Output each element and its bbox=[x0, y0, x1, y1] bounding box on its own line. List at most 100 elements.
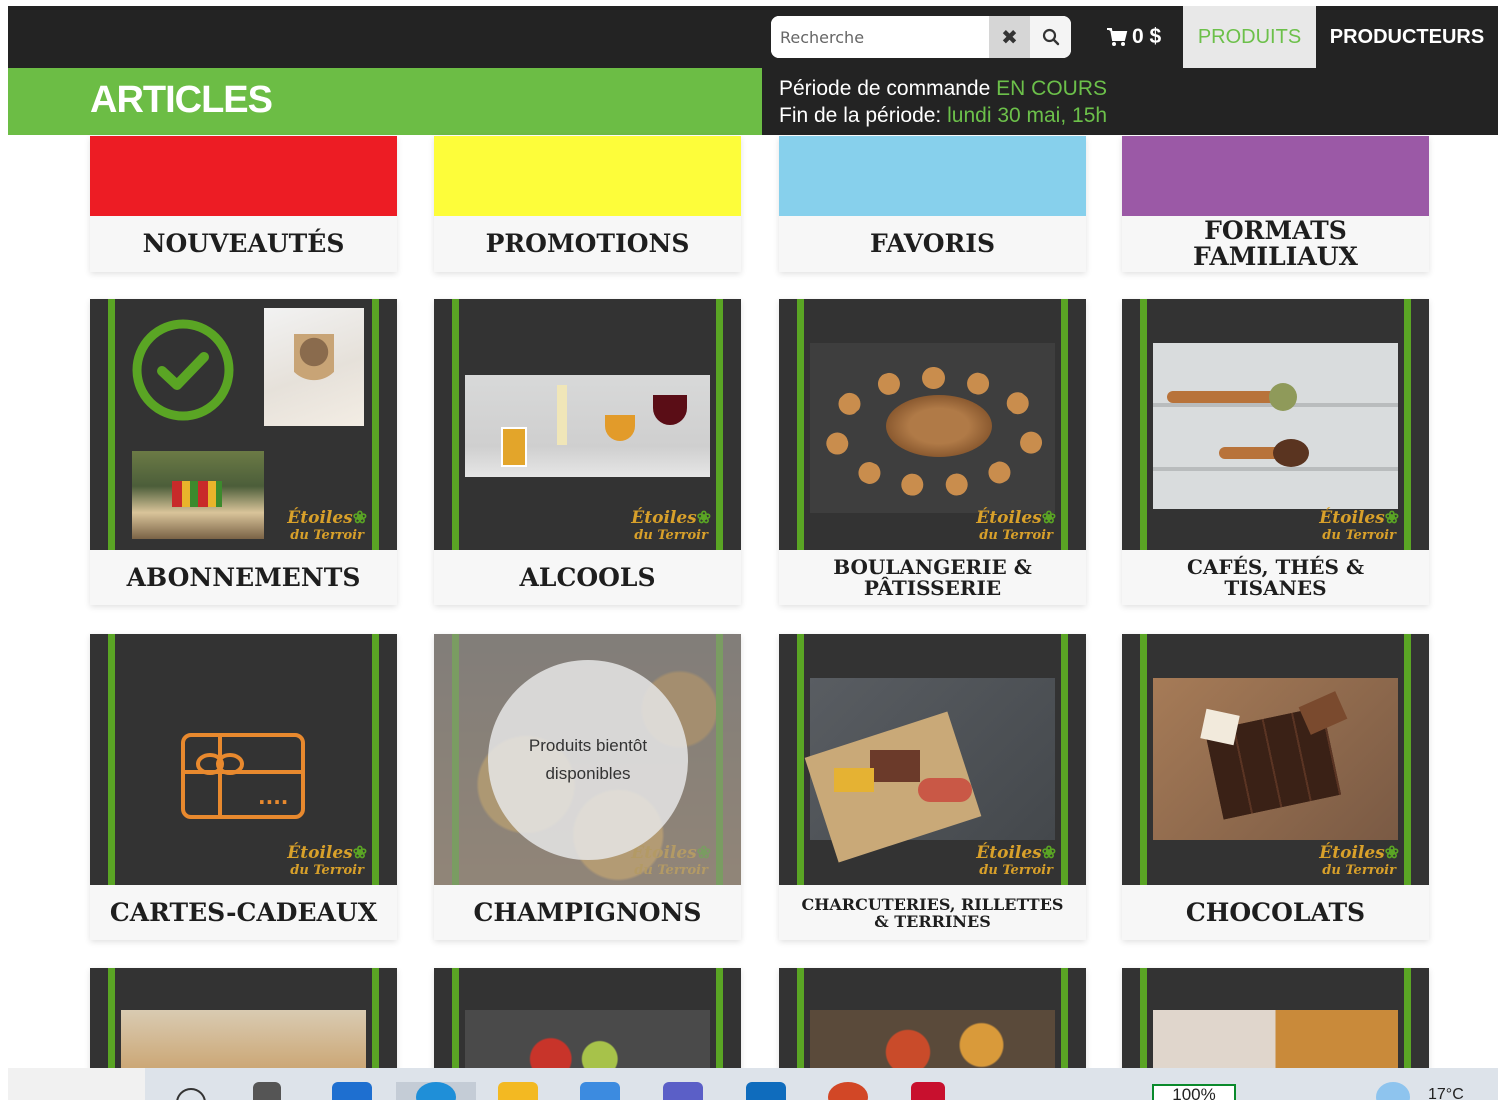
category-tile-chocolats[interactable]: Étoiles❀ du Terroir CHOCOLATS bbox=[1122, 634, 1429, 940]
category-label: CHARCUTERIES, RILLETTES & TERRINES bbox=[779, 885, 1086, 940]
chocolate-photo bbox=[1153, 678, 1398, 840]
teams-icon[interactable] bbox=[663, 1082, 703, 1100]
green-stripe-right bbox=[372, 634, 379, 885]
category-tile-champignons[interactable]: Étoiles❀du TerroirProduits bientôt dispo… bbox=[434, 634, 741, 940]
search-icon bbox=[1042, 28, 1059, 46]
folder-icon[interactable] bbox=[498, 1082, 538, 1100]
articles-header: ARTICLES bbox=[8, 68, 762, 135]
green-stripe-right bbox=[372, 968, 379, 1068]
category-label: CAFÉS, THÉS & TISANES bbox=[1122, 550, 1429, 605]
page-title: ARTICLES bbox=[90, 79, 273, 121]
category-tile-favoris[interactable]: FAVORIS bbox=[779, 136, 1086, 272]
category-photo bbox=[465, 1010, 710, 1068]
category-image: Étoiles❀ du Terroir bbox=[1122, 299, 1429, 550]
clear-search-button[interactable]: ✖ bbox=[989, 16, 1030, 58]
category-tile-cafes-thes-and-tisanes[interactable]: Étoiles❀ du Terroir CAFÉS, THÉS & TISANES bbox=[1122, 299, 1429, 605]
search-input[interactable] bbox=[771, 16, 989, 58]
etoiles-du-terroir-logo: Étoiles❀du Terroir bbox=[976, 843, 1056, 879]
category-label: PROMOTIONS bbox=[434, 216, 741, 272]
weather-icon[interactable] bbox=[1376, 1082, 1410, 1100]
green-stripe-left bbox=[797, 299, 804, 550]
category-image: Étoiles❀ du Terroir bbox=[434, 299, 741, 550]
period-end-line: Fin de la période: lundi 30 mai, 15h bbox=[779, 102, 1498, 129]
top-navigation: ✖ 0 $ PRODUITS PRODUCTEURS bbox=[8, 6, 1498, 68]
task-view-icon[interactable] bbox=[253, 1082, 281, 1100]
taskbar-search[interactable] bbox=[8, 1068, 145, 1100]
category-tile-nouveautes[interactable]: NOUVEAUTÉS bbox=[90, 136, 397, 272]
etoiles-du-terroir-logo: Étoiles❀du Terroir bbox=[631, 508, 711, 544]
gift-card-icon: .... bbox=[181, 733, 305, 819]
green-stripe-left bbox=[108, 634, 115, 885]
category-tile-partial[interactable] bbox=[779, 968, 1086, 1068]
category-image bbox=[90, 968, 397, 1068]
category-label: CHOCOLATS bbox=[1122, 885, 1429, 940]
etoiles-du-terroir-logo: Étoiles❀du Terroir bbox=[287, 843, 367, 879]
category-photo bbox=[1153, 1010, 1398, 1068]
green-stripe-right bbox=[1404, 634, 1411, 885]
category-image: .... Étoiles❀ du Terroir bbox=[90, 634, 397, 885]
category-tile-partial[interactable] bbox=[434, 968, 741, 1068]
category-color-block bbox=[434, 136, 741, 216]
category-label: FORMATS FAMILIAUX bbox=[1122, 216, 1429, 272]
period-label: Période de commande bbox=[779, 77, 997, 100]
etoiles-du-terroir-logo: Étoiles❀du Terroir bbox=[976, 508, 1056, 544]
green-stripe-left bbox=[452, 299, 459, 550]
coming-soon-badge: Produits bientôt disponibles bbox=[488, 660, 688, 860]
category-label: FAVORIS bbox=[779, 216, 1086, 272]
green-stripe-right bbox=[1404, 299, 1411, 550]
category-image bbox=[434, 968, 741, 1068]
category-tile-cartes-cadeaux[interactable]: .... Étoiles❀ du Terroir CARTES-CADEAUX bbox=[90, 634, 397, 940]
browser-viewport: ✖ 0 $ PRODUITS PRODUCTEURS ARTICLES Péri… bbox=[8, 6, 1498, 1068]
category-image bbox=[1122, 968, 1429, 1068]
green-stripe-left bbox=[452, 968, 459, 1068]
category-tile-partial[interactable] bbox=[1122, 968, 1429, 1068]
green-stripe-right bbox=[372, 299, 379, 550]
green-stripe-left bbox=[108, 299, 115, 550]
search-button[interactable] bbox=[1030, 16, 1071, 58]
category-image: Étoiles❀ du Terroir bbox=[779, 299, 1086, 550]
period-end-label: Fin de la période: bbox=[779, 104, 948, 127]
etoiles-du-terroir-logo: Étoiles❀du Terroir bbox=[1319, 508, 1399, 544]
tab-products[interactable]: PRODUITS bbox=[1183, 6, 1316, 68]
category-color-block bbox=[1122, 136, 1429, 216]
category-image bbox=[779, 968, 1086, 1068]
green-stripe-right bbox=[1061, 968, 1068, 1068]
category-color-block bbox=[779, 136, 1086, 216]
green-stripe-right bbox=[1061, 634, 1068, 885]
category-image: Étoiles❀ du Terroir bbox=[90, 299, 397, 550]
coffee-photo bbox=[1153, 343, 1398, 509]
category-tile-alcools[interactable]: Étoiles❀ du Terroir ALCOOLS bbox=[434, 299, 741, 605]
category-label: CARTES-CADEAUX bbox=[90, 885, 397, 940]
category-label: ABONNEMENTS bbox=[90, 550, 397, 605]
category-image: Étoiles❀du TerroirProduits bientôt dispo… bbox=[434, 634, 741, 885]
green-stripe-right bbox=[716, 299, 723, 550]
green-stripe-left bbox=[1140, 968, 1147, 1068]
outlook-icon[interactable] bbox=[746, 1082, 786, 1100]
category-tile-formats-familiaux[interactable]: FORMATS FAMILIAUX bbox=[1122, 136, 1429, 272]
category-tile-charcuteries-rillettes-and-terrines[interactable]: Étoiles❀ du Terroir CHARCUTERIES, RILLETTE… bbox=[779, 634, 1086, 940]
green-stripe-right bbox=[1404, 968, 1411, 1068]
green-stripe-left bbox=[1140, 634, 1147, 885]
green-stripe-left bbox=[797, 968, 804, 1068]
green-stripe-left bbox=[1140, 299, 1147, 550]
category-tile-promotions[interactable]: PROMOTIONS bbox=[434, 136, 741, 272]
category-tile-boulangerie-and-patisserie[interactable]: Étoiles❀ du Terroir BOULANGERIE & PÂTISSER… bbox=[779, 299, 1086, 605]
powerpoint-icon[interactable] bbox=[828, 1082, 868, 1100]
green-stripe-left bbox=[108, 968, 115, 1068]
category-color-block bbox=[90, 136, 397, 216]
mail-icon[interactable] bbox=[332, 1082, 372, 1100]
acrobat-icon[interactable] bbox=[911, 1082, 945, 1100]
store-icon[interactable] bbox=[580, 1082, 620, 1100]
cart-button[interactable]: 0 $ bbox=[1106, 20, 1161, 54]
green-stripe-right bbox=[716, 968, 723, 1068]
green-stripe-left bbox=[797, 634, 804, 885]
vegetable-box-photo bbox=[132, 451, 264, 539]
tab-producers[interactable]: PRODUCTEURS bbox=[1316, 6, 1498, 68]
search-box: ✖ bbox=[771, 16, 1071, 58]
period-status: EN COURS bbox=[996, 77, 1107, 100]
category-photo bbox=[121, 1010, 366, 1068]
charcuterie-photo bbox=[804, 678, 1055, 863]
search-icon[interactable] bbox=[176, 1088, 206, 1100]
category-tile-partial[interactable] bbox=[90, 968, 397, 1068]
category-tile-abonnements[interactable]: Étoiles❀ du Terroir ABONNEMENTS bbox=[90, 299, 397, 605]
